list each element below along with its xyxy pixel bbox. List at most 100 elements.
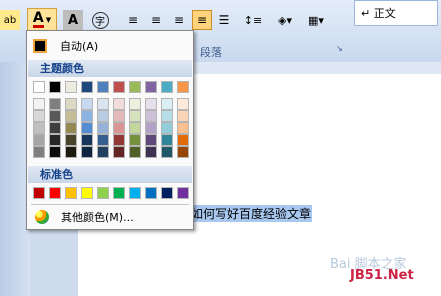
theme-shade-swatch[interactable] [33, 110, 45, 122]
theme-shade-swatch[interactable] [97, 110, 109, 122]
theme-color-swatch[interactable] [113, 81, 125, 93]
auto-color-item[interactable]: 自动(A) [31, 35, 189, 57]
shading-bucket-icon[interactable]: ◈▾ [272, 10, 298, 30]
line-spacing-icon[interactable]: ↕≡ [240, 10, 266, 30]
theme-shade-swatch[interactable] [129, 134, 141, 146]
standard-color-swatch[interactable] [177, 187, 189, 199]
theme-shade-swatch[interactable] [81, 146, 93, 158]
theme-shade-swatch[interactable] [177, 98, 189, 110]
font-color-dropdown: 自动(A) 主题颜色 标准色 其他颜色(M)... [26, 30, 194, 230]
theme-shade-swatch[interactable] [161, 122, 173, 134]
paragraph-group-label: 段落 [200, 46, 222, 59]
theme-shade-swatch[interactable] [113, 110, 125, 122]
watermark-site: JB51.Net [350, 268, 414, 283]
theme-color-swatch[interactable] [33, 81, 45, 93]
theme-shade-swatch[interactable] [49, 134, 61, 146]
theme-shade-swatch[interactable] [81, 110, 93, 122]
standard-color-swatch[interactable] [81, 187, 93, 199]
enclose-char-button[interactable]: 字 [90, 10, 110, 30]
theme-shade-swatch[interactable] [129, 110, 141, 122]
theme-shade-swatch[interactable] [81, 98, 93, 110]
standard-color-swatch[interactable] [49, 187, 61, 199]
theme-shade-swatch[interactable] [113, 122, 125, 134]
theme-shade-swatch[interactable] [177, 146, 189, 158]
theme-shade-swatch[interactable] [113, 146, 125, 158]
theme-shade-swatch[interactable] [49, 110, 61, 122]
theme-shade-swatch[interactable] [145, 134, 157, 146]
theme-shade-swatch[interactable] [65, 98, 77, 110]
align-center-icon[interactable]: ≡ [146, 10, 166, 30]
theme-color-swatch[interactable] [65, 81, 77, 93]
standard-color-swatch[interactable] [145, 187, 157, 199]
char-shading-button[interactable]: A [63, 10, 83, 30]
theme-shade-swatch[interactable] [65, 146, 77, 158]
auto-color-swatch [33, 39, 47, 53]
theme-shade-swatch[interactable] [33, 146, 45, 158]
theme-color-swatch[interactable] [177, 81, 189, 93]
highlight-button[interactable]: ab [0, 10, 20, 30]
dialog-launcher-icon[interactable]: ↘ [336, 44, 343, 53]
theme-shade-swatch[interactable] [113, 98, 125, 110]
more-colors-item[interactable]: 其他颜色(M)... [31, 207, 189, 227]
font-color-label: A [32, 10, 44, 28]
distributed-icon[interactable]: ☰ [214, 10, 234, 30]
theme-shade-swatch[interactable] [145, 110, 157, 122]
theme-shade-swatch[interactable] [49, 122, 61, 134]
auto-color-label: 自动(A) [60, 40, 99, 53]
theme-shade-swatch[interactable] [129, 122, 141, 134]
standard-color-swatch[interactable] [113, 187, 125, 199]
theme-color-swatch[interactable] [161, 81, 173, 93]
theme-colors-header: 主题颜色 [28, 60, 192, 77]
theme-color-swatch[interactable] [49, 81, 61, 93]
theme-shade-swatch[interactable] [65, 134, 77, 146]
theme-shade-swatch[interactable] [65, 110, 77, 122]
theme-shade-swatch[interactable] [49, 146, 61, 158]
theme-color-swatch[interactable] [129, 81, 141, 93]
justify-icon[interactable]: ≡ [192, 10, 212, 30]
theme-shade-swatch[interactable] [161, 98, 173, 110]
menu-separator [31, 204, 189, 205]
enclose-char-label: 字 [91, 11, 109, 29]
theme-shade-swatch[interactable] [161, 110, 173, 122]
borders-icon[interactable]: ▦▾ [303, 10, 329, 30]
theme-shade-swatch[interactable] [97, 122, 109, 134]
theme-shade-swatch[interactable] [177, 110, 189, 122]
standard-color-swatch[interactable] [161, 187, 173, 199]
theme-shade-swatch[interactable] [161, 134, 173, 146]
theme-shade-swatch[interactable] [177, 134, 189, 146]
theme-shade-swatch[interactable] [145, 122, 157, 134]
standard-color-swatch[interactable] [33, 187, 45, 199]
theme-shade-swatch[interactable] [97, 134, 109, 146]
style-normal[interactable]: ↵ 正文 [354, 0, 438, 26]
document-text[interactable]: 如何写好百度经验文章 [190, 205, 313, 222]
theme-shade-swatch[interactable] [97, 146, 109, 158]
standard-color-swatch[interactable] [65, 187, 77, 199]
more-colors-label: 其他颜色(M)... [61, 211, 134, 224]
font-color-button[interactable]: A ▼ [27, 8, 57, 32]
theme-color-swatch[interactable] [97, 81, 109, 93]
theme-shade-swatch[interactable] [177, 122, 189, 134]
standard-color-swatch[interactable] [97, 187, 109, 199]
theme-shade-swatch[interactable] [33, 134, 45, 146]
chevron-down-icon[interactable]: ▼ [46, 16, 51, 24]
theme-color-swatch[interactable] [145, 81, 157, 93]
standard-colors-header: 标准色 [28, 166, 192, 183]
theme-shade-swatch[interactable] [65, 122, 77, 134]
theme-shade-swatch[interactable] [81, 122, 93, 134]
theme-shade-swatch[interactable] [145, 98, 157, 110]
theme-shade-swatch[interactable] [161, 146, 173, 158]
theme-shade-swatch[interactable] [33, 98, 45, 110]
theme-shade-swatch[interactable] [97, 98, 109, 110]
theme-shade-swatch[interactable] [33, 122, 45, 134]
theme-shade-swatch[interactable] [129, 98, 141, 110]
theme-shade-swatch[interactable] [81, 134, 93, 146]
align-left-icon[interactable]: ≡ [123, 10, 143, 30]
theme-shade-swatch[interactable] [145, 146, 157, 158]
standard-color-swatch[interactable] [129, 187, 141, 199]
align-right-icon[interactable]: ≡ [169, 10, 189, 30]
theme-shade-swatch[interactable] [49, 98, 61, 110]
highlight-label: ab [3, 14, 17, 26]
theme-shade-swatch[interactable] [129, 146, 141, 158]
theme-color-swatch[interactable] [81, 81, 93, 93]
theme-shade-swatch[interactable] [113, 134, 125, 146]
